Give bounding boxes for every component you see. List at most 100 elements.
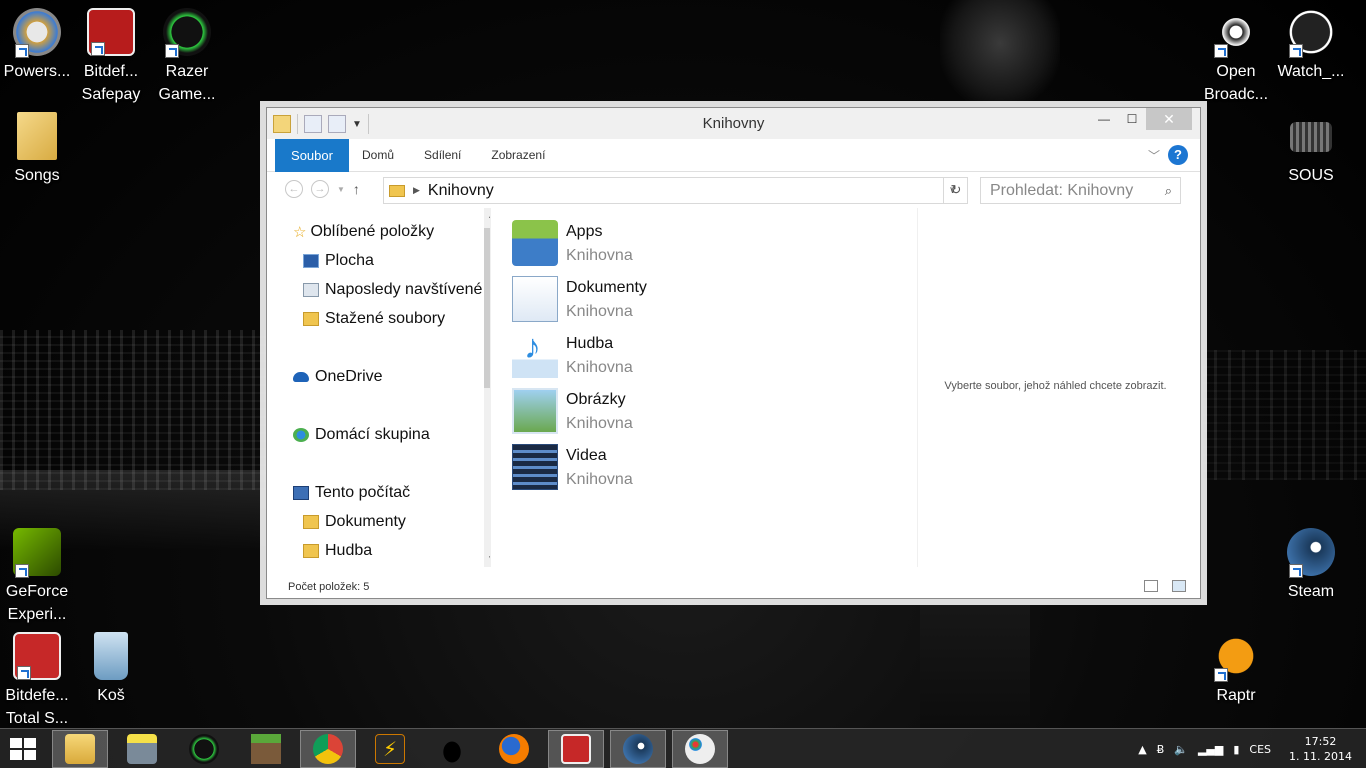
windows-logo-icon [10,738,22,748]
bitdefender-icon [561,734,591,764]
start-button[interactable] [10,738,38,762]
language-indicator[interactable]: CES [1249,743,1271,756]
file-explorer-icon [65,734,95,764]
show-hidden-icons-icon[interactable]: ▲ [1138,743,1146,756]
address-row: ← → ▼ ↑ ▶ Knihovny ∨ ↻ Prohledat: Knihov… [267,172,1200,208]
powers-icon [13,8,61,58]
breadcrumb-separator-icon[interactable]: ▶ [413,185,420,196]
taskbar-monitor[interactable] [114,730,170,768]
recent-locations-dropdown-icon[interactable]: ▼ [337,185,345,194]
clock[interactable]: 17:52 1. 11. 2014 [1289,734,1352,764]
nav-item-onedrive[interactable]: OneDrive [293,368,383,386]
help-icon[interactable]: ? [1168,145,1188,165]
tab-share[interactable]: Sdílení [424,148,461,162]
desktop-icon-songs[interactable]: Songs [0,112,74,187]
list-item[interactable]: ♪ Hudba Knihovna [512,328,633,380]
taskbar-power-app[interactable]: ⚡ [362,730,418,768]
taskbar-dog-app[interactable] [424,730,480,768]
nav-item-recent-places[interactable]: Naposledy navštívené [303,281,482,299]
list-item[interactable]: Obrázky Knihovna [512,388,633,436]
scroll-down-icon[interactable]: ▼ [484,554,490,565]
large-icons-view-icon[interactable] [1172,580,1186,592]
folder-icon [17,112,57,160]
nav-item-favorites[interactable]: ☆ Oblíbené položky [293,223,434,241]
forward-button[interactable]: → [311,180,329,198]
apps-library-icon [512,220,558,266]
desktop-icon-bitdefender-safepay[interactable]: Bitdef... Safepay [74,8,148,106]
monitor-icon [127,734,157,764]
desktop-icon-bitdefender-total[interactable]: Bitdefe... Total S... [0,632,74,730]
taskbar-firefox[interactable] [486,730,542,768]
nav-item-music[interactable]: Hudba [303,542,372,560]
taskbar-steam[interactable] [610,730,666,768]
address-bar[interactable]: ▶ Knihovny ∨ [383,177,968,204]
maximize-button[interactable]: ☐ [1118,108,1146,130]
details-view-icon[interactable] [1144,580,1158,592]
expand-ribbon-chevron-icon[interactable]: ﹀ [1148,147,1160,164]
wallpaper-figure [940,0,1060,108]
nav-item-documents[interactable]: Dokumenty [303,513,406,531]
desktop-icon-open-broadcaster[interactable]: Open Broadc... [1199,8,1273,106]
refresh-button[interactable]: ↻ [943,177,968,204]
library-name: Apps [566,223,603,240]
title-bar[interactable]: ▼ Knihovny — ☐ ✕ [267,108,1200,139]
tab-view[interactable]: Zobrazení [491,148,545,162]
nav-item-this-pc[interactable]: Tento počítač [293,484,410,502]
tab-file[interactable]: Soubor [275,139,349,172]
videos-library-icon [512,444,558,490]
obs-icon [1212,8,1260,58]
ribbon: Soubor Domů Sdílení Zobrazení ﹀ ? [267,139,1200,172]
library-name: Videa [566,447,607,464]
list-item[interactable]: Dokumenty Knihovna [512,276,647,324]
scroll-up-icon[interactable]: ▲ [484,210,490,221]
up-button[interactable]: ↑ [353,181,360,197]
scrollbar-thumb[interactable] [484,228,490,388]
nav-item-desktop[interactable]: Plocha [303,252,374,270]
razer-icon [189,734,219,764]
search-placeholder: Prohledat: Knihovny [990,181,1134,199]
taskbar-minecraft[interactable] [238,730,294,768]
bitdefender-icon [13,632,61,680]
clock-date: 1. 11. 2014 [1289,750,1352,763]
taskbar-bitdefender[interactable] [548,730,604,768]
desktop-icon-steam[interactable]: Steam [1274,528,1348,603]
taskbar-chrome[interactable] [300,730,356,768]
back-button[interactable]: ← [285,180,303,198]
network-icon[interactable]: ▂▄▆ [1198,743,1223,756]
battery-icon[interactable]: ▮ [1233,743,1239,756]
volume-icon[interactable]: 🔈 [1174,743,1188,756]
desktop-icon-watch-dogs[interactable]: Watch_... [1274,8,1348,83]
taskbar-file-explorer[interactable] [52,730,108,768]
nav-pane-scrollbar[interactable]: ▲ ▼ [484,208,490,567]
libraries-folder-icon [389,184,405,197]
list-item[interactable]: Videa Knihovna [512,444,633,492]
desktop-icon-razer-game[interactable]: Razer Game... [150,8,224,106]
music-library-icon: ♪ [512,328,558,378]
taskbar-razer[interactable] [176,730,232,768]
explorer-window[interactable]: ▼ Knihovny — ☐ ✕ Soubor Domů Sdílení Zob… [266,107,1201,599]
taskbar-paint[interactable] [672,730,728,768]
desktop-icon-powers[interactable]: Powers... [0,8,74,83]
desktop-icon-geforce[interactable]: GeForce Experi... [0,528,74,626]
nav-item-downloads[interactable]: Stažené soubory [303,310,445,328]
library-name: Obrázky [566,391,626,408]
list-item[interactable]: Apps Knihovna [512,220,633,268]
search-input[interactable]: Prohledat: Knihovny ⌕ [980,177,1181,204]
library-type: Knihovna [566,247,633,264]
navigation-pane[interactable]: ☆ Oblíbené položky Plocha Naposledy navš… [275,208,491,567]
breadcrumb-path[interactable]: Knihovny [428,182,949,200]
pictures-library-icon [512,388,558,434]
minimize-button[interactable]: — [1090,108,1118,130]
chrome-icon [313,734,343,764]
nav-item-homegroup[interactable]: Domácí skupina [293,426,430,444]
desktop-icon-raptr[interactable]: Raptr [1199,632,1273,707]
desktop-icon-sous[interactable]: SOUS [1274,112,1348,187]
chip-icon [1290,122,1332,152]
paint-icon [685,734,715,764]
tab-home[interactable]: Domů [362,148,394,162]
bitdefender-safepay-icon [87,8,135,56]
bitdefender-tray-icon[interactable]: Ƀ [1157,743,1165,756]
file-list[interactable]: Apps Knihovna Dokumenty Knihovna ♪ Hudba… [502,208,912,567]
desktop-icon-recycle-bin[interactable]: Koš [74,632,148,707]
close-button[interactable]: ✕ [1146,108,1192,130]
